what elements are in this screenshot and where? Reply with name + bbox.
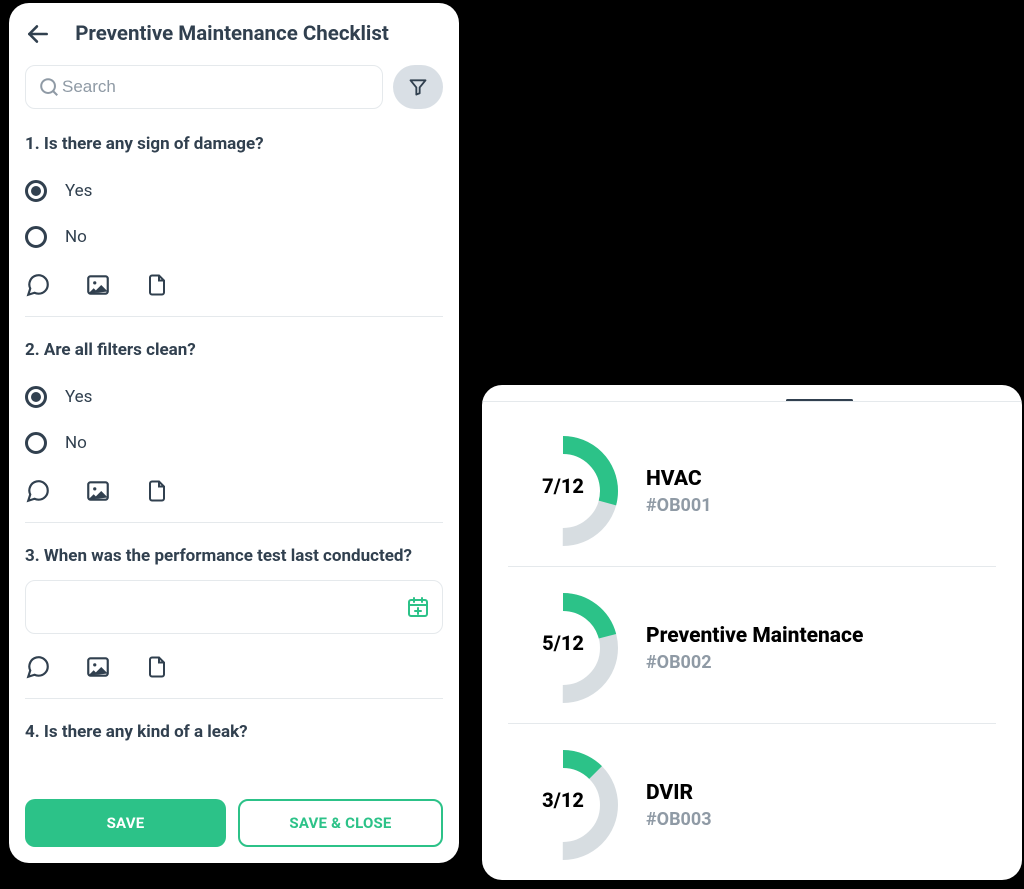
file-icon[interactable] bbox=[145, 654, 169, 680]
form-item[interactable]: 7/12 HVAC #OB001 bbox=[508, 410, 996, 566]
radio-icon bbox=[25, 386, 47, 408]
question-title: 1. Is there any sign of damage? bbox=[25, 133, 443, 156]
radio-option-yes[interactable]: Yes bbox=[25, 180, 443, 202]
page-title: Preventive Maintenance Checklist bbox=[57, 22, 407, 46]
form-name: Preventive Maintenace bbox=[646, 624, 863, 648]
comment-icon[interactable] bbox=[25, 654, 51, 680]
question-title: 4. Is there any kind of a leak? bbox=[25, 721, 443, 744]
file-icon[interactable] bbox=[145, 478, 169, 504]
option-label: Yes bbox=[65, 181, 92, 201]
progress-gauge: 3/12 bbox=[508, 750, 618, 860]
date-input[interactable] bbox=[25, 580, 443, 634]
option-label: Yes bbox=[65, 387, 92, 407]
gauge-value: 5/12 bbox=[508, 593, 618, 703]
tabs: ted Entities Related Entities Forms Safe… bbox=[482, 385, 1022, 402]
checklist-screen: Preventive Maintenance Checklist 1. Is t… bbox=[9, 3, 459, 863]
file-icon[interactable] bbox=[145, 272, 169, 298]
question-2: 2. Are all filters clean? Yes No bbox=[25, 321, 443, 527]
progress-gauge: 5/12 bbox=[508, 593, 618, 703]
filter-button[interactable] bbox=[393, 65, 443, 109]
back-icon[interactable] bbox=[25, 21, 57, 47]
comment-icon[interactable] bbox=[25, 272, 51, 298]
question-1: 1. Is there any sign of damage? Yes No bbox=[25, 115, 443, 321]
search-input-wrapper[interactable] bbox=[25, 65, 383, 109]
option-label: No bbox=[65, 227, 87, 247]
form-name: HVAC bbox=[646, 467, 712, 491]
image-icon[interactable] bbox=[85, 478, 111, 504]
tab-forms[interactable]: Forms bbox=[782, 385, 856, 401]
progress-gauge: 7/12 bbox=[508, 436, 618, 546]
search-icon bbox=[38, 76, 60, 98]
gauge-value: 3/12 bbox=[508, 750, 618, 860]
save-close-button[interactable]: SAVE & CLOSE bbox=[238, 799, 443, 847]
radio-icon bbox=[25, 432, 47, 454]
question-4: 4. Is there any kind of a leak? bbox=[25, 703, 443, 744]
option-label: No bbox=[65, 433, 87, 453]
image-icon[interactable] bbox=[85, 272, 111, 298]
form-name: DVIR bbox=[646, 781, 712, 805]
question-title: 2. Are all filters clean? bbox=[25, 339, 443, 362]
save-button[interactable]: SAVE bbox=[25, 799, 226, 847]
radio-option-no[interactable]: No bbox=[25, 432, 443, 454]
radio-option-no[interactable]: No bbox=[25, 226, 443, 248]
form-code: #OB001 bbox=[646, 495, 712, 516]
forms-screen: ted Entities Related Entities Forms Safe… bbox=[482, 385, 1022, 880]
tab-related-entities[interactable]: Related Entities bbox=[596, 385, 750, 401]
comment-icon[interactable] bbox=[25, 478, 51, 504]
form-code: #OB003 bbox=[646, 809, 712, 830]
radio-icon bbox=[25, 180, 47, 202]
form-item[interactable]: 3/12 DVIR #OB003 bbox=[508, 723, 996, 880]
image-icon[interactable] bbox=[85, 654, 111, 680]
search-input[interactable] bbox=[60, 76, 370, 98]
form-item[interactable]: 5/12 Preventive Maintenace #OB002 bbox=[508, 566, 996, 723]
radio-option-yes[interactable]: Yes bbox=[25, 386, 443, 408]
radio-icon bbox=[25, 226, 47, 248]
gauge-value: 7/12 bbox=[508, 436, 618, 546]
form-code: #OB002 bbox=[646, 652, 863, 673]
calendar-plus-icon bbox=[406, 595, 430, 619]
question-title: 3. When was the performance test last co… bbox=[25, 545, 443, 568]
tab-safety[interactable]: Safety bbox=[889, 385, 964, 401]
tab-related-entities-partial[interactable]: ted Entities bbox=[482, 385, 564, 401]
question-3: 3. When was the performance test last co… bbox=[25, 527, 443, 703]
filter-icon bbox=[408, 77, 428, 97]
